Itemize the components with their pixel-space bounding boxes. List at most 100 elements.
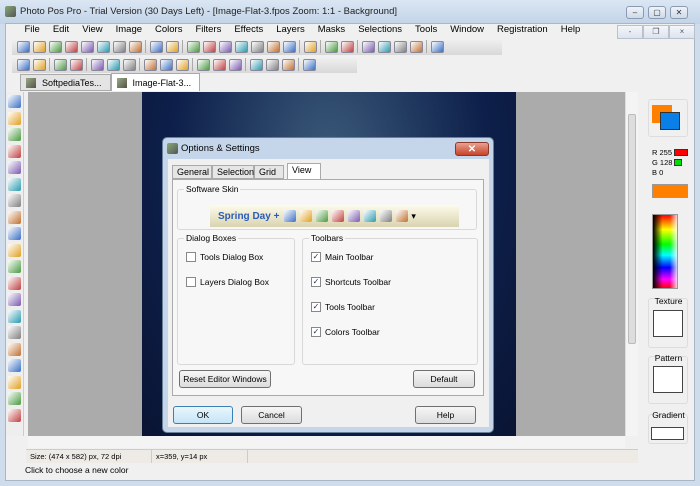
crop-tool-icon[interactable] <box>8 194 21 207</box>
rect-select-tool-icon[interactable] <box>8 144 21 158</box>
menu-registration[interactable]: Registration <box>491 24 555 37</box>
smudge-tool-icon[interactable] <box>8 375 21 389</box>
monitor-icon[interactable] <box>282 40 296 53</box>
levels-icon[interactable] <box>212 58 226 71</box>
window-icon[interactable] <box>393 40 407 53</box>
cancel-button[interactable]: Cancel <box>241 406 302 424</box>
layers-icon[interactable] <box>340 40 354 53</box>
print-setup-icon[interactable] <box>112 40 126 53</box>
histogram-icon[interactable] <box>196 58 210 71</box>
close-button[interactable]: ✕ <box>670 6 688 19</box>
effects-icon[interactable] <box>265 58 279 71</box>
magic-wand-tool-icon[interactable] <box>8 177 21 191</box>
airbrush-tool-icon[interactable] <box>8 260 21 273</box>
menu-tools[interactable]: Tools <box>409 24 444 37</box>
resize-icon[interactable] <box>377 40 391 53</box>
menu-file[interactable]: File <box>18 24 46 37</box>
checkbox-colors-toolbar[interactable]: ✓ Colors Toolbar <box>311 327 380 337</box>
frame-icon[interactable] <box>249 58 263 71</box>
layer-up-icon[interactable] <box>143 58 157 71</box>
paste-icon[interactable] <box>218 40 232 53</box>
menu-filters[interactable]: Filters <box>189 24 228 37</box>
minimize-button[interactable]: – <box>626 6 644 19</box>
tab-general[interactable]: General <box>172 165 212 179</box>
paste-into-icon[interactable] <box>266 40 280 53</box>
layer-down-icon[interactable] <box>159 58 173 71</box>
copy-icon[interactable] <box>202 40 216 53</box>
new-icon[interactable] <box>16 40 30 53</box>
menu-edit[interactable]: Edit <box>46 24 75 37</box>
clipboard-icon[interactable] <box>303 40 317 53</box>
checkbox-tools-dialog-box[interactable]: Tools Dialog Box <box>186 252 263 262</box>
tools-icon[interactable] <box>324 40 338 53</box>
red-eye-icon[interactable] <box>175 58 189 71</box>
scroll-thumb[interactable] <box>628 114 636 344</box>
texture-swatch[interactable] <box>653 310 683 337</box>
save-icon[interactable] <box>64 40 78 53</box>
hue-icon[interactable] <box>106 58 120 71</box>
menu-colors[interactable]: Colors <box>149 24 189 37</box>
save-as-icon[interactable] <box>80 40 94 53</box>
doc-minimize-button[interactable]: - <box>617 25 643 39</box>
menu-effects[interactable]: Effects <box>228 24 270 37</box>
skin-selector[interactable]: Spring Day + ▾ <box>210 205 459 227</box>
menu-masks[interactable]: Masks <box>311 24 351 37</box>
eraser-tool-icon[interactable] <box>8 359 21 372</box>
dodge-tool-icon[interactable] <box>8 408 21 422</box>
pencil-tool-icon[interactable] <box>8 243 21 257</box>
paste-new-icon[interactable] <box>234 40 248 53</box>
menu-view[interactable]: View <box>76 24 109 37</box>
scan-icon[interactable] <box>128 40 142 53</box>
pattern-swatch[interactable] <box>653 366 683 393</box>
fill-tool-icon[interactable] <box>8 309 21 323</box>
curves-icon[interactable] <box>228 58 242 71</box>
checkbox-box[interactable]: ✓ <box>311 302 321 312</box>
doc-tab[interactable]: Image-Flat-3... <box>110 73 201 91</box>
chevron-down-icon[interactable]: ▾ <box>411 211 416 222</box>
pointer-tool-icon[interactable] <box>8 95 21 108</box>
flip-h-icon[interactable] <box>53 58 67 71</box>
color-spectrum[interactable] <box>652 214 678 289</box>
brightness-icon[interactable] <box>122 58 136 71</box>
tab-view[interactable]: View <box>287 163 321 180</box>
redo-icon[interactable] <box>165 40 179 53</box>
menu-layers[interactable]: Layers <box>270 24 312 37</box>
menu-window[interactable]: Window <box>444 24 491 37</box>
print-icon[interactable] <box>96 40 110 53</box>
checkbox-box[interactable]: ✓ <box>311 327 321 337</box>
move-tool-icon[interactable] <box>8 128 21 141</box>
lasso-tool-icon[interactable] <box>8 161 21 174</box>
tab-grid[interactable]: Grid <box>254 165 284 179</box>
menu-help[interactable]: Help <box>554 24 587 37</box>
contrast-icon[interactable] <box>90 58 104 71</box>
checkbox-box[interactable]: ✓ <box>311 277 321 287</box>
zoom-icon[interactable] <box>430 40 444 53</box>
checkbox-box[interactable]: ✓ <box>311 252 321 262</box>
default-button[interactable]: Default <box>413 370 475 388</box>
reset-editor-windows-button[interactable]: Reset Editor Windows <box>179 370 271 388</box>
checkbox-shortcuts-toolbar[interactable]: ✓ Shortcuts Toolbar <box>311 277 391 287</box>
checkbox-box[interactable] <box>186 252 196 262</box>
cut-icon[interactable] <box>186 40 200 53</box>
gradient-tool-icon[interactable] <box>8 293 21 306</box>
table-icon[interactable] <box>361 40 375 53</box>
heal-tool-icon[interactable] <box>8 392 21 405</box>
checkbox-main-toolbar[interactable]: ✓ Main Toolbar <box>311 252 374 262</box>
checkbox-box[interactable] <box>186 277 196 287</box>
rotate-right-icon[interactable] <box>32 58 46 71</box>
menu-selections[interactable]: Selections <box>352 24 409 37</box>
help-button[interactable]: Help <box>415 406 476 424</box>
background-color[interactable] <box>660 112 680 130</box>
flip-v-icon[interactable] <box>69 58 83 71</box>
ok-button[interactable]: OK <box>173 406 233 424</box>
menu-image[interactable]: Image <box>109 24 148 37</box>
current-color-swatch[interactable] <box>652 184 688 198</box>
picture-icon[interactable] <box>281 58 295 71</box>
shapes-tool-icon[interactable] <box>8 342 21 356</box>
doc-restore-button[interactable]: ❐ <box>643 25 669 39</box>
zoom-tool-icon[interactable] <box>8 111 21 125</box>
gradient-swatch[interactable] <box>651 427 684 440</box>
rotate-left-icon[interactable] <box>16 58 30 71</box>
horizontal-scrollbar[interactable] <box>28 436 625 448</box>
ruler-icon[interactable] <box>409 40 423 53</box>
